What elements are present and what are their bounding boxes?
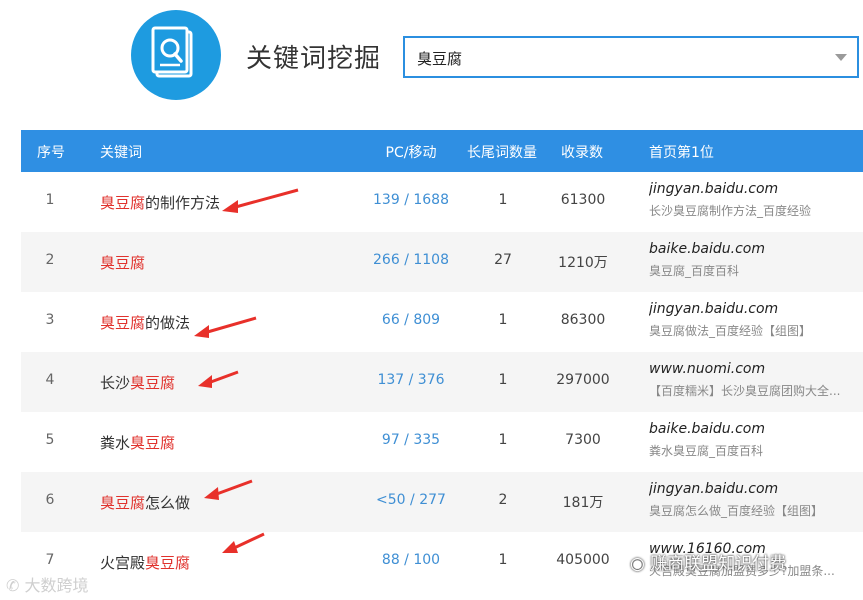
- red-arrow-annotation: [222, 532, 265, 553]
- watermark-left: ✆ 大数跨境: [6, 576, 89, 595]
- keyword-cell[interactable]: 火宫殿臭豆腐: [100, 552, 190, 573]
- top-result-domain[interactable]: www.nuomi.com: [649, 361, 863, 377]
- longtail-count: 1: [498, 552, 508, 568]
- row-index: 3: [45, 312, 55, 328]
- top-result-title: 粪水臭豆腐_百度百科: [649, 444, 764, 458]
- watermark-right: ◉ 赚商联盟知识付费: [630, 554, 787, 574]
- pc-mobile-link[interactable]: 97 / 335: [351, 432, 471, 448]
- col-header-keyword[interactable]: 关键词: [100, 142, 142, 162]
- top-result-title: 长沙臭豆腐制作方法_百度经验: [649, 204, 812, 218]
- col-header-pc-mobile[interactable]: PC/移动: [351, 142, 471, 162]
- indexed-count: 7300: [565, 432, 601, 448]
- top-result-title: 臭豆腐怎么做_百度经验【组图】: [649, 504, 824, 518]
- keyword-table: 序号 关键词 PC/移动 长尾词数量 收录数 首页第1位 1 臭豆腐的制作方法 13…: [21, 130, 863, 592]
- keyword-select[interactable]: [403, 36, 859, 78]
- top-result-cell[interactable]: www.nuomi.com 【百度糯米】长沙臭豆腐团购大全...: [649, 361, 863, 399]
- keyword-cell[interactable]: 臭豆腐: [100, 252, 145, 273]
- pc-mobile-link[interactable]: 266 / 1108: [351, 252, 471, 268]
- wechat-icon: ◉: [630, 554, 651, 574]
- table-row: 5 粪水臭豆腐 97 / 335 1 7300 baike.baidu.com 粪水臭豆腐_…: [21, 412, 863, 472]
- keyword-cell[interactable]: 臭豆腐的制作方法: [100, 192, 220, 213]
- table-row: 4 长沙臭豆腐 137 / 376 1 297000 www.nuomi.com 【百度糯米…: [21, 352, 863, 412]
- top-result-cell[interactable]: baike.baidu.com 臭豆腐_百度百科: [649, 241, 863, 279]
- top-result-domain[interactable]: baike.baidu.com: [649, 241, 863, 257]
- pc-mobile-link[interactable]: <50 / 277: [351, 492, 471, 508]
- keyword-cell[interactable]: 臭豆腐的做法: [100, 312, 190, 333]
- top-result-domain[interactable]: jingyan.baidu.com: [649, 301, 863, 317]
- top-result-title: 【百度糯米】长沙臭豆腐团购大全...: [649, 384, 841, 398]
- pc-mobile-link[interactable]: 137 / 376: [351, 372, 471, 388]
- table-row: 3 臭豆腐的做法 66 / 809 1 86300 jingyan.baidu.com 臭豆…: [21, 292, 863, 352]
- row-index: 6: [45, 492, 55, 508]
- keyword-highlight: 臭豆腐: [130, 434, 176, 452]
- keyword-highlight: 臭豆腐: [100, 314, 146, 332]
- keyword-prefix: 火宫殿: [100, 554, 146, 572]
- red-arrow-annotation: [204, 479, 253, 500]
- longtail-count: 1: [498, 192, 508, 208]
- red-arrow-annotation: [194, 316, 257, 338]
- watermark-logo-icon: ✆: [6, 576, 25, 595]
- indexed-count: 181万: [562, 495, 604, 511]
- table-row: 1 臭豆腐的制作方法 139 / 1688 1 61300 jingyan.baidu.c…: [21, 172, 863, 232]
- table-row: 2 臭豆腐 266 / 1108 27 1210万 baike.baidu.com 臭豆腐_…: [21, 232, 863, 292]
- pc-mobile-link[interactable]: 88 / 100: [351, 552, 471, 568]
- top-result-domain[interactable]: jingyan.baidu.com: [649, 481, 863, 497]
- table-body: 1 臭豆腐的制作方法 139 / 1688 1 61300 jingyan.baidu.c…: [21, 172, 863, 592]
- red-arrow-annotation: [198, 370, 239, 388]
- pc-mobile-link[interactable]: 66 / 809: [351, 312, 471, 328]
- keyword-input[interactable]: [415, 47, 819, 69]
- indexed-count: 297000: [556, 372, 610, 388]
- indexed-count: 405000: [556, 552, 610, 568]
- longtail-count: 2: [498, 492, 508, 508]
- page-title: 关键词挖掘: [246, 44, 382, 74]
- pc-mobile-link[interactable]: 139 / 1688: [351, 192, 471, 208]
- keyword-highlight: 臭豆腐: [100, 254, 146, 272]
- top-result-domain[interactable]: baike.baidu.com: [649, 421, 863, 437]
- indexed-count: 61300: [560, 192, 606, 208]
- longtail-count: 1: [498, 312, 508, 328]
- top-result-cell[interactable]: jingyan.baidu.com 臭豆腐做法_百度经验【组图】: [649, 301, 863, 339]
- col-header-index[interactable]: 序号: [37, 142, 65, 162]
- top-result-domain[interactable]: jingyan.baidu.com: [649, 181, 863, 197]
- table-header: 序号 关键词 PC/移动 长尾词数量 收录数 首页第1位: [21, 130, 863, 172]
- longtail-count: 1: [498, 432, 508, 448]
- keyword-suffix: 怎么做: [145, 494, 191, 512]
- keyword-suffix: 的制作方法: [145, 194, 221, 212]
- keyword-prefix: 长沙: [100, 374, 131, 392]
- keyword-prefix: 粪水: [100, 434, 131, 452]
- keyword-cell[interactable]: 粪水臭豆腐: [100, 432, 175, 453]
- row-index: 7: [45, 552, 55, 568]
- longtail-count: 1: [498, 372, 508, 388]
- keyword-cell[interactable]: 臭豆腐怎么做: [100, 492, 190, 513]
- col-header-top-result[interactable]: 首页第1位: [649, 142, 714, 162]
- col-header-indexed[interactable]: 收录数: [561, 142, 603, 162]
- search-document-icon: [151, 26, 193, 78]
- col-header-longtail[interactable]: 长尾词数量: [467, 142, 537, 162]
- keyword-highlight: 臭豆腐: [100, 194, 146, 212]
- keyword-highlight: 臭豆腐: [130, 374, 176, 392]
- keyword-suffix: 的做法: [145, 314, 191, 332]
- indexed-count: 1210万: [558, 255, 608, 271]
- red-arrow-annotation: [222, 188, 299, 213]
- keyword-highlight: 臭豆腐: [145, 554, 191, 572]
- app-logo: [131, 10, 221, 100]
- row-index: 5: [45, 432, 55, 448]
- row-index: 1: [45, 192, 55, 208]
- row-index: 4: [45, 372, 55, 388]
- longtail-count: 27: [494, 252, 512, 268]
- top-result-title: 臭豆腐做法_百度经验【组图】: [649, 324, 812, 338]
- chevron-down-icon[interactable]: [835, 54, 847, 61]
- keyword-highlight: 臭豆腐: [100, 494, 146, 512]
- top-result-title: 臭豆腐_百度百科: [649, 264, 740, 278]
- keyword-cell[interactable]: 长沙臭豆腐: [100, 372, 175, 393]
- top-result-cell[interactable]: jingyan.baidu.com 长沙臭豆腐制作方法_百度经验: [649, 181, 863, 219]
- top-result-cell[interactable]: jingyan.baidu.com 臭豆腐怎么做_百度经验【组图】: [649, 481, 863, 519]
- indexed-count: 86300: [560, 312, 606, 328]
- row-index: 2: [45, 252, 55, 268]
- top-result-cell[interactable]: baike.baidu.com 粪水臭豆腐_百度百科: [649, 421, 863, 459]
- table-row: 6 臭豆腐怎么做 <50 / 277 2 181万 jingyan.baidu.com 臭豆…: [21, 472, 863, 532]
